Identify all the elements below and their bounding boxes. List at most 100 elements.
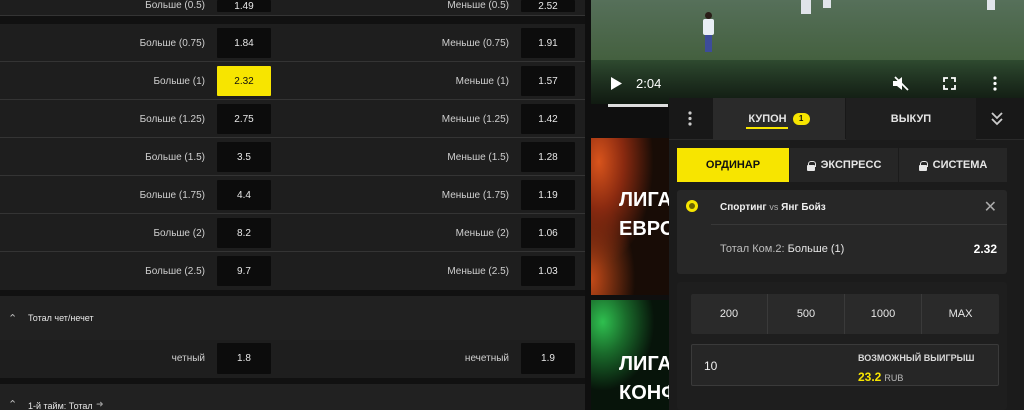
promo-line: ЕВРОП (619, 218, 669, 240)
market-header-first-half[interactable]: ⌃ 1-й тайм: Тотал ➜ (0, 384, 585, 410)
promo-banner-conference[interactable]: ЛИГА КОНФ (591, 300, 669, 410)
over-label: Больше (2) (153, 228, 205, 239)
vs-label: vs (769, 202, 779, 212)
bet-type-single[interactable]: ОРДИНАР (677, 148, 789, 182)
totals-row: Больше (0.75) 1.84 Меньше (0.75) 1.91 (0, 24, 585, 62)
over-label: Больше (1) (153, 76, 205, 87)
betslip-tabs: КУПОН 1 ВЫКУП (669, 98, 1024, 140)
odd-button-under[interactable]: 2.52 (521, 0, 575, 12)
odd-button-over[interactable]: 9.7 (217, 256, 271, 286)
odd-button-under[interactable]: 1.28 (521, 142, 575, 172)
bet-type-express-label: ЭКСПРЕСС (820, 159, 882, 171)
promo-line: ЛИГА (619, 189, 669, 211)
under-label: Меньше (1.25) (441, 114, 509, 125)
tab-kupon-label: КУПОН (748, 113, 787, 125)
bet-type-system-label: СИСТЕМА (932, 159, 988, 171)
odd-even-row: четный 1.8 нечетный 1.9 (0, 340, 585, 378)
odd-button-over[interactable]: 1.49 (217, 0, 271, 12)
totals-row: Больше (2) 8.2 Меньше (2) 1.06 (0, 214, 585, 252)
bet-outcome: Больше (1) (787, 243, 845, 255)
chevron-up-icon[interactable]: ⌃ (8, 312, 17, 325)
active-tab-indicator (746, 127, 788, 129)
stake-value[interactable]: 10 (704, 359, 717, 373)
odd-button-under[interactable]: 1.03 (521, 256, 575, 286)
currency: RUB (884, 373, 904, 383)
totals-row: Больше (1.5) 3.5 Меньше (1.5) 1.28 (0, 138, 585, 176)
more-vertical-icon[interactable] (688, 111, 692, 126)
video-progress-bar[interactable] (608, 104, 668, 107)
over-label: Больше (0.75) (139, 38, 205, 49)
lock-icon (806, 160, 816, 171)
betslip: КУПОН 1 ВЫКУП ОРДИНАР ЭКСПРЕСС СИСТЕМА С… (669, 98, 1024, 410)
link-icon: ➜ (96, 399, 104, 409)
odd-button-under[interactable]: 1.19 (521, 180, 575, 210)
odd-button-under[interactable]: 1.57 (521, 66, 575, 96)
under-label: Меньше (2) (455, 228, 509, 239)
stake-panel: 200 500 1000 MAX 10 ВОЗМОЖНЫЙ ВЫИГРЫШ 23… (677, 282, 1007, 410)
odd-even-left-label: четный (171, 353, 205, 364)
bet-selection: Тотал Ком.2: Больше (1) (720, 243, 844, 255)
odd-button-over[interactable]: 2.75 (217, 104, 271, 134)
bet-type-express[interactable]: ЭКСПРЕСС (790, 148, 898, 182)
totals-row: Больше (1.25) 2.75 Меньше (1.25) 1.42 (0, 100, 585, 138)
odd-button-under[interactable]: 1.42 (521, 104, 575, 134)
odd-even-right-label: нечетный (464, 353, 509, 364)
under-label: Меньше (2.5) (447, 266, 509, 277)
video-time: 2:04 (636, 76, 662, 91)
mute-icon[interactable] (893, 76, 909, 91)
totals-row: Больше (1) 2.32 Меньше (1) 1.57 (0, 62, 585, 100)
away-team: Янг Бойз (781, 202, 826, 213)
quick-amount-button[interactable]: 200 (691, 294, 768, 334)
close-icon[interactable]: ✕ (984, 197, 997, 217)
market-header-odd-even[interactable]: ⌃ Тотал чет/нечет (0, 296, 585, 340)
under-label: Меньше (1.5) (447, 152, 509, 163)
football-icon (686, 200, 698, 212)
odd-button-over[interactable]: 1.84 (217, 28, 271, 58)
over-label: Больше (0.5) (145, 0, 205, 11)
double-chevron-down-icon[interactable] (991, 112, 1003, 126)
over-label: Больше (2.5) (145, 266, 205, 277)
odd-button-under[interactable]: 1.91 (521, 28, 575, 58)
lock-icon (918, 160, 928, 171)
odd-button-odd[interactable]: 1.9 (521, 343, 575, 374)
match-name: Спортинг vs Янг Бойз (720, 202, 826, 213)
quick-amount-button[interactable]: 500 (768, 294, 845, 334)
tab-vykup[interactable]: ВЫКУП (846, 98, 976, 140)
markets-panel: Больше (0.5) 1.49 Меньше (0.5) 2.52 Больше (… (0, 0, 585, 410)
under-label: Меньше (0.5) (447, 0, 509, 11)
over-label: Больше (1.5) (145, 152, 205, 163)
stake-input[interactable]: 10 ВОЗМОЖНЫЙ ВЫИГРЫШ 23.2 RUB (691, 344, 999, 386)
odd-button-even[interactable]: 1.8 (217, 343, 271, 374)
player-figure (987, 0, 995, 10)
quick-amount-max-button[interactable]: MAX (922, 294, 999, 334)
market-title: 1-й тайм: Тотал (28, 401, 93, 410)
odd-button-over[interactable]: 2.32 (217, 66, 271, 96)
play-icon[interactable] (610, 77, 622, 90)
under-label: Меньше (1) (455, 76, 509, 87)
tab-vykup-label: ВЫКУП (890, 113, 932, 125)
totals-row: Больше (1.75) 4.4 Меньше (1.75) 1.19 (0, 176, 585, 214)
market-title: Тотал чет/нечет (28, 313, 94, 323)
divider (711, 224, 1007, 225)
promo-line: ЛИГА (619, 353, 669, 375)
chevron-up-icon[interactable]: ⌃ (8, 398, 17, 410)
tab-kupon[interactable]: КУПОН 1 (713, 98, 845, 140)
video-player[interactable]: 2:04 (591, 0, 1024, 104)
quick-amount-button[interactable]: 1000 (845, 294, 922, 334)
promo-line: КОНФ (619, 382, 669, 404)
more-vertical-icon[interactable] (993, 76, 997, 91)
quick-amounts: 200 500 1000 MAX (691, 294, 999, 334)
promo-banner-europa[interactable]: ЛИГА ЕВРОП (591, 138, 669, 295)
fullscreen-icon[interactable] (943, 77, 956, 90)
odd-button-over[interactable]: 8.2 (217, 218, 271, 248)
odd-button-over[interactable]: 4.4 (217, 180, 271, 210)
odd-button-over[interactable]: 3.5 (217, 142, 271, 172)
bet-card: Спортинг vs Янг Бойз ✕ Тотал Ком.2: Боль… (677, 190, 1007, 274)
home-team: Спортинг (720, 202, 767, 213)
kupon-count-badge: 1 (792, 113, 810, 125)
odd-button-under[interactable]: 1.06 (521, 218, 575, 248)
player-figure (703, 12, 714, 52)
bet-type-system[interactable]: СИСТЕМА (899, 148, 1007, 182)
under-label: Меньше (1.75) (441, 190, 509, 201)
player-figure (823, 0, 831, 8)
